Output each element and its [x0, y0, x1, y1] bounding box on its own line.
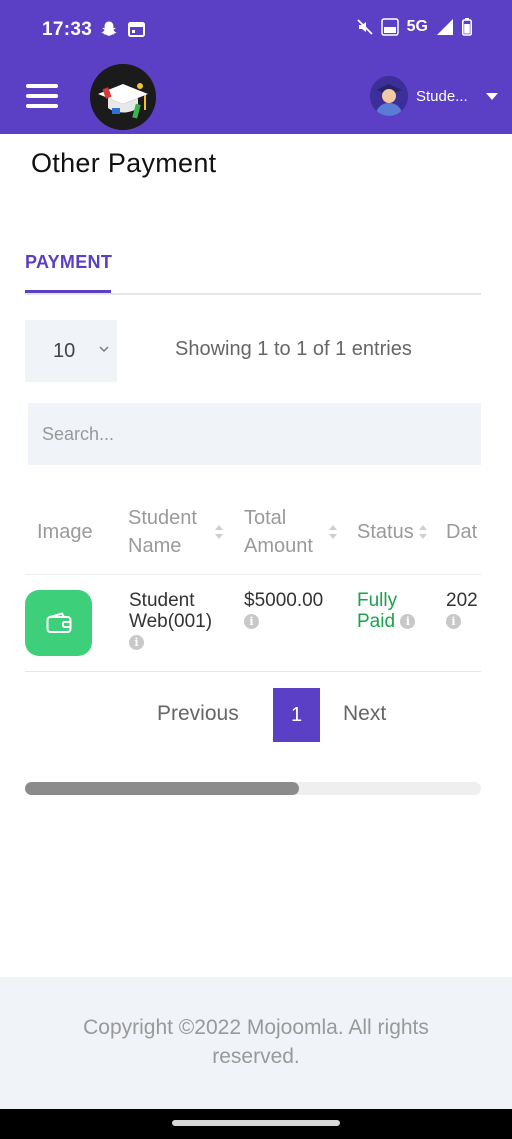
system-nav-bar	[0, 1109, 512, 1139]
tab-payment[interactable]: PAYMENT	[25, 250, 112, 293]
chevron-down-icon	[99, 346, 109, 352]
cell-total-amount: $5000.00 i	[244, 590, 344, 632]
payment-table: Image Student Name Total Amount Status D…	[25, 490, 481, 672]
header-divider	[25, 574, 481, 575]
total-amount-text: $5000.00	[244, 590, 324, 611]
column-header-label: Status	[357, 521, 414, 543]
status-text: Fully Paid	[357, 590, 398, 632]
info-icon[interactable]: i	[129, 635, 144, 651]
mute-icon	[357, 19, 373, 35]
column-header-label: Dat	[446, 521, 478, 543]
network-type: 5G	[406, 18, 428, 35]
column-header-date[interactable]: Dat	[446, 490, 477, 574]
chevron-down-icon	[486, 92, 498, 100]
snapchat-icon	[101, 21, 117, 36]
volte-icon	[380, 18, 399, 36]
table-bottom-divider	[25, 671, 481, 672]
cell-date: 202 i	[446, 590, 481, 632]
status-right-group: 5G	[357, 18, 472, 36]
app-bar: Stude...	[0, 60, 512, 134]
sort-icon	[215, 525, 223, 539]
column-header-label: Total Amount	[244, 507, 313, 557]
battery-icon	[462, 18, 472, 36]
entries-info: Showing 1 to 1 of 1 entries	[175, 338, 412, 360]
scrollbar-thumb[interactable]	[25, 782, 299, 795]
calendar-icon	[128, 22, 145, 37]
status-time: 17:33	[42, 19, 93, 40]
footer: Copyright ©2022 Mojoomla. All rights res…	[0, 977, 512, 1109]
row-image	[25, 590, 92, 656]
column-header-total-amount[interactable]: Total Amount	[244, 490, 334, 574]
graduation-cap-logo-icon	[90, 64, 156, 130]
column-header-label: Image	[37, 521, 93, 543]
pagination: Previous 1 Next	[0, 688, 512, 742]
avatar	[370, 76, 408, 116]
info-icon[interactable]: i	[244, 614, 259, 630]
status-bar: 17:33 5G	[0, 0, 512, 60]
student-name-text: Student Web(001)	[129, 590, 213, 632]
cell-status: Fully Paid i	[357, 590, 429, 632]
wallet-icon	[46, 612, 71, 633]
column-header-student-name[interactable]: Student Name	[128, 490, 228, 574]
column-header-image: Image	[37, 490, 93, 574]
school-logo	[90, 64, 156, 130]
sort-icon	[329, 525, 337, 539]
hamburger-menu-icon[interactable]	[26, 84, 62, 110]
previous-button[interactable]: Previous	[157, 702, 239, 726]
cell-student-name: Student Web(001) i	[129, 590, 229, 653]
search-input[interactable]	[28, 403, 481, 465]
home-gesture-handle[interactable]	[172, 1120, 340, 1126]
copyright-text: Copyright ©2022 Mojoomla. All rights res…	[83, 1016, 429, 1068]
top-bar: 17:33 5G Stude...	[0, 0, 512, 134]
tab-bar: PAYMENT	[25, 250, 481, 295]
profile-name: Stude...	[416, 87, 468, 105]
page-button-current[interactable]: 1	[273, 688, 320, 742]
next-button[interactable]: Next	[343, 702, 386, 726]
sort-icon	[419, 525, 427, 539]
page-length-value: 10	[53, 339, 76, 362]
page-title: Other Payment	[31, 148, 217, 178]
info-icon[interactable]: i	[446, 614, 461, 630]
date-text: 202	[446, 590, 478, 611]
info-icon[interactable]: i	[400, 614, 416, 630]
column-header-label: Student Name	[128, 507, 197, 557]
horizontal-scrollbar[interactable]	[25, 782, 481, 795]
column-header-status[interactable]: Status	[357, 490, 414, 574]
signal-icon	[437, 19, 453, 35]
profile-dropdown[interactable]: Stude...	[370, 76, 498, 116]
page-length-select[interactable]: 10	[25, 320, 117, 382]
